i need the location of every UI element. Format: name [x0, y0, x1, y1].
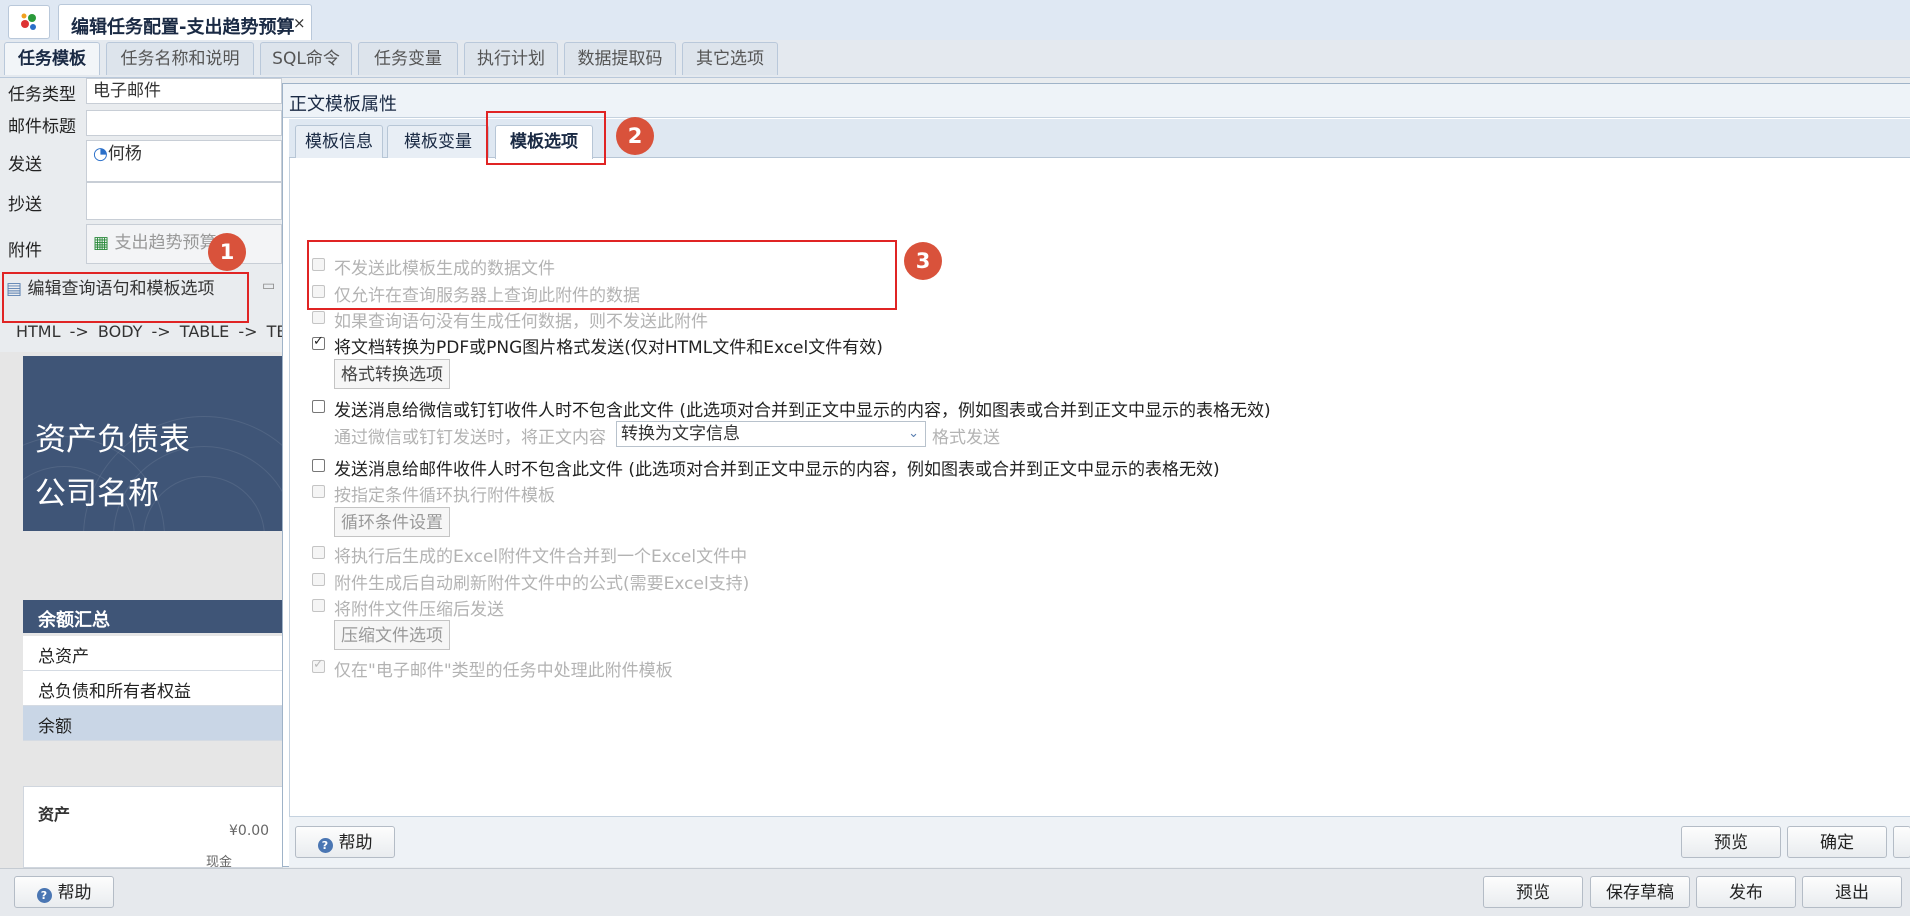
publish-button[interactable]: 发布	[1696, 876, 1796, 908]
preview-banner: 资产负债表 公司名称	[23, 356, 283, 531]
checkbox[interactable]	[312, 400, 325, 413]
tab-schedule[interactable]: 执行计划	[464, 42, 558, 75]
option-label: 将文档转换为PDF或PNG图片格式发送(仅对HTML文件和Excel文件有效)	[334, 338, 883, 358]
attach-label: 附件	[8, 241, 42, 261]
cc-label: 抄送	[8, 195, 42, 215]
dialog-help-label: 帮助	[338, 833, 373, 853]
dialog-cancel-button[interactable]	[1893, 826, 1910, 858]
save-draft-button[interactable]: 保存草稿	[1590, 876, 1690, 908]
chevron-down-icon: ⌄	[908, 426, 919, 441]
option-label: 将执行后生成的Excel附件文件合并到一个Excel文件中	[334, 547, 748, 567]
dialog-title: 正文模板属性	[289, 94, 397, 115]
highlight-box-1	[2, 272, 249, 323]
preview-button[interactable]: 预览	[1483, 876, 1583, 908]
summary-row-label: 总负债和所有者权益	[38, 682, 191, 702]
tab-sql[interactable]: SQL命令	[260, 42, 352, 75]
send-recipient: 何杨	[107, 144, 142, 164]
option-label: 按指定条件循环执行附件模板	[334, 486, 555, 506]
task-type-field[interactable]: 电子邮件	[86, 78, 282, 104]
tab-task-template[interactable]: 任务模板	[4, 42, 100, 75]
help-icon: ?	[36, 888, 52, 903]
contact-icon: ◔	[93, 144, 108, 164]
option-label: 仅在"电子邮件"类型的任务中处理此附件模板	[334, 661, 673, 681]
asset-title: 资产	[38, 805, 71, 824]
path-body[interactable]: BODY	[98, 322, 143, 341]
checkbox[interactable]	[312, 546, 325, 559]
summary-header: 余额汇总	[23, 600, 283, 633]
summary-row: 总资产	[23, 636, 283, 671]
send-label: 发送	[8, 155, 42, 175]
bottom-toolbar: ? 帮助 预览 保存草稿 发布 退出	[0, 868, 1910, 916]
banner-title: 资产负债表	[35, 422, 190, 458]
summary-row: 余额	[23, 706, 283, 741]
format-convert-options-button[interactable]: 格式转换选项	[334, 359, 450, 389]
attach-filename: 支出趋势预算	[114, 233, 217, 253]
compress-options-button[interactable]: 压缩文件选项	[334, 620, 450, 650]
dialog-preview-button[interactable]: 预览	[1681, 826, 1781, 858]
asset-amount: ¥0.00	[229, 823, 270, 839]
exit-button[interactable]: 退出	[1802, 876, 1902, 908]
attach-field[interactable]: ▦ 支出趋势预算	[86, 224, 282, 264]
body-template-properties-dialog: 正文模板属性 模板信息 模板变量 模板选项 不发送此模板生成的数据文件 仅允许在…	[282, 83, 1910, 867]
subject-label: 邮件标题	[8, 117, 76, 137]
checkbox[interactable]	[312, 599, 325, 612]
checkbox[interactable]	[312, 657, 325, 673]
step-badge-1: 1	[208, 233, 246, 271]
path-html[interactable]: HTML	[16, 322, 61, 341]
path-sep: ->	[151, 322, 171, 341]
summary-row: 总负债和所有者权益	[23, 671, 283, 706]
subject-field[interactable]	[86, 110, 282, 136]
tab-task-name[interactable]: 任务名称和说明	[106, 42, 254, 75]
path-sep: ->	[69, 322, 89, 341]
option-label: 将附件文件压缩后发送	[334, 600, 504, 620]
wechat-prefix: 通过微信或钉钉发送时，将正文内容	[334, 428, 606, 448]
path-sep: ->	[238, 322, 258, 341]
option-label: 发送消息给邮件收件人时不包含此文件 (此选项对合并到正文中显示的内容，例如图表或…	[334, 460, 1220, 480]
close-tab-icon[interactable]: ×	[293, 14, 306, 32]
wechat-select-value: 转换为文字信息	[621, 424, 740, 444]
path-table[interactable]: TABLE	[180, 322, 229, 341]
checkbox[interactable]	[312, 459, 325, 472]
loop-condition-button[interactable]: 循环条件设置	[334, 507, 450, 537]
checkbox[interactable]	[312, 485, 325, 498]
option-label: 如果查询语句没有生成任何数据，则不发送此附件	[334, 312, 708, 332]
summary-row-label: 余额	[38, 717, 72, 737]
option-label: 发送消息给微信或钉钉收件人时不包含此文件 (此选项对合并到正文中显示的内容，例如…	[334, 401, 1271, 421]
cc-field[interactable]	[86, 182, 282, 220]
app-logo-icon[interactable]	[8, 5, 50, 39]
checkbox[interactable]	[312, 311, 325, 324]
document-tab-title: 编辑任务配置-支出趋势预算	[71, 17, 295, 38]
asset-card: 资产 ¥0.00 现金	[23, 786, 283, 870]
dialog-help-button[interactable]: ? 帮助	[295, 826, 395, 858]
step-badge-2: 2	[616, 117, 654, 155]
tab-other-options[interactable]: 其它选项	[682, 42, 778, 75]
checkbox[interactable]	[312, 573, 325, 586]
summary-row-label: 总资产	[38, 647, 89, 667]
wechat-suffix: 格式发送	[932, 428, 1000, 448]
excel-file-icon: ▦	[93, 233, 110, 253]
checkbox[interactable]	[312, 334, 325, 350]
tab-extract-code[interactable]: 数据提取码	[564, 42, 676, 75]
help-button[interactable]: ? 帮助	[14, 876, 114, 908]
help-icon: ?	[317, 838, 333, 853]
option-label: 附件生成后自动刷新附件文件中的公式(需要Excel支持)	[334, 574, 750, 594]
toolbar-icon[interactable]: ▭	[262, 278, 280, 298]
task-type-label: 任务类型	[8, 85, 76, 105]
element-path-breadcrumb: HTML -> BODY -> TABLE -> TB	[16, 322, 287, 341]
send-field[interactable]: ◔何杨	[86, 140, 282, 182]
tab-template-info[interactable]: 模板信息	[295, 125, 383, 158]
step-badge-3: 3	[904, 242, 942, 280]
tab-template-variables[interactable]: 模板变量	[387, 125, 489, 158]
dialog-footer: ? 帮助 预览 确定	[289, 816, 1910, 867]
highlight-box-3	[307, 240, 897, 310]
banner-company: 公司名称	[35, 476, 159, 512]
tab-variables[interactable]: 任务变量	[358, 42, 458, 75]
help-label: 帮助	[57, 883, 92, 903]
summary-title: 余额汇总	[38, 610, 110, 631]
dialog-ok-button[interactable]: 确定	[1787, 826, 1887, 858]
highlight-box-2	[486, 111, 606, 165]
document-tab[interactable]: 编辑任务配置-支出趋势预算 ×	[58, 4, 312, 41]
wechat-format-select[interactable]: 转换为文字信息 ⌄	[616, 421, 926, 447]
window-tab-strip: 编辑任务配置-支出趋势预算 ×	[0, 0, 1910, 41]
